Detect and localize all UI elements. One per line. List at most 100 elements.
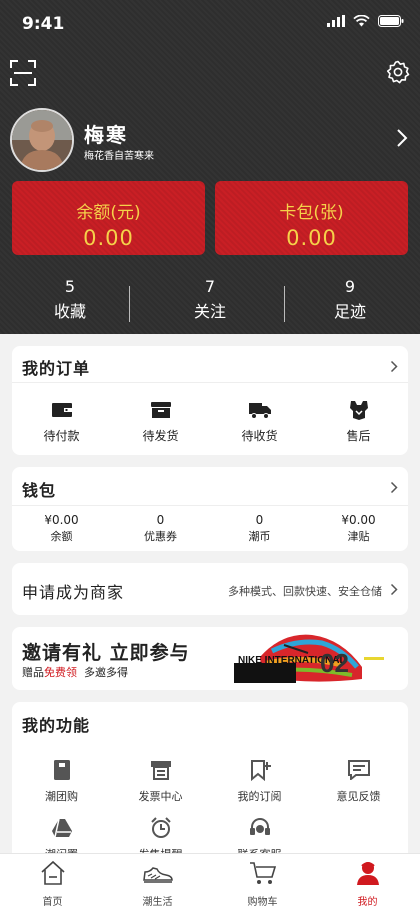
- cart-icon: [249, 862, 276, 884]
- bottom-tab-bar: 首页 潮生活 购物车 我的: [0, 853, 420, 910]
- card-wallet-label: 卡包(张): [279, 203, 344, 223]
- wallet-allowance[interactable]: ¥0.00 津贴: [309, 513, 408, 544]
- divider: [12, 382, 408, 383]
- truck-icon: [248, 403, 271, 419]
- invite-sub-prefix: 赠品: [22, 666, 44, 679]
- stat-footprints[interactable]: 9 足迹: [280, 277, 420, 327]
- user-motto: 梅花香自苦寒来: [84, 151, 154, 162]
- invoice-icon: [150, 761, 171, 780]
- wallet-label: 津贴: [347, 530, 370, 543]
- sneaker-icon: [142, 867, 173, 883]
- tab-label: 潮生活: [142, 897, 173, 908]
- tab-cart[interactable]: 购物车: [210, 854, 315, 910]
- wallet-label: 优惠券: [144, 530, 177, 543]
- tab-trend-life[interactable]: 潮生活: [105, 854, 210, 910]
- balance-card-value: 0.00: [83, 226, 134, 250]
- functions-title: 我的功能: [22, 716, 91, 735]
- chevron-right-icon[interactable]: [390, 360, 398, 373]
- stat-count: 5: [64, 277, 76, 296]
- stat-following[interactable]: 7 关注: [140, 277, 280, 327]
- stats-divider: [284, 286, 285, 322]
- wallet-coupons[interactable]: 0 优惠券: [111, 513, 210, 544]
- invite-banner[interactable]: 邀请有礼 立即参与 赠品免费领 多邀多得 NIKE INTERNATIONAL …: [12, 627, 408, 690]
- alarm-clock-icon: [150, 817, 171, 838]
- functions-panel: 我的功能 潮团购 发票中心 我的订阅 意见反馈 潮闲置 发售提醒 联系: [12, 702, 408, 872]
- invite-sub-suffix: 多邀多得: [77, 666, 128, 679]
- orders-panel: 我的订单 待付款 待发货 待收货 售后: [12, 346, 408, 455]
- card-wallet-value: 0.00: [286, 226, 337, 250]
- headset-icon: [249, 818, 270, 835]
- stat-label: 关注: [193, 302, 226, 321]
- wallet-icon: [51, 403, 73, 417]
- invite-subtitle: 赠品免费领 多邀多得: [22, 664, 128, 680]
- function-invoice-center[interactable]: 发票中心: [111, 758, 210, 804]
- order-pending-shipment[interactable]: 待发货: [111, 398, 210, 444]
- service-icon: [349, 401, 368, 420]
- wallet-balance[interactable]: ¥0.00 余额: [12, 513, 111, 544]
- banner-number: 02: [320, 648, 349, 678]
- card-wallet-card[interactable]: 卡包(张) 0.00: [215, 181, 408, 255]
- profile-chevron-right-icon[interactable]: [396, 128, 408, 148]
- function-label: 潮团购: [45, 790, 78, 803]
- invite-sub-highlight: 免费领: [44, 666, 77, 679]
- function-feedback[interactable]: 意见反馈: [309, 758, 408, 804]
- order-label: 待付款: [43, 429, 80, 443]
- wallet-label: 余额: [50, 530, 73, 543]
- status-bar: 9:41: [0, 0, 420, 44]
- merchant-subtitle: 多种模式、回款快速、安全仓储: [228, 585, 382, 598]
- drive-icon: [51, 818, 72, 838]
- stats-row: 5 收藏 7 关注 9 足迹: [0, 277, 420, 327]
- stat-favorites[interactable]: 5 收藏: [0, 277, 140, 327]
- balance-card[interactable]: 余额(元) 0.00: [12, 181, 205, 255]
- stat-label: 收藏: [53, 302, 86, 321]
- function-label: 意见反馈: [336, 790, 381, 803]
- stat-label: 足迹: [333, 302, 366, 321]
- order-label: 待收货: [241, 429, 278, 443]
- wallet-title[interactable]: 钱包: [22, 477, 56, 501]
- settings-gear-icon[interactable]: [386, 60, 410, 84]
- function-label: 我的订阅: [237, 790, 282, 803]
- wallet-value: 0: [255, 513, 264, 527]
- merchant-apply-row[interactable]: 申请成为商家 多种模式、回款快速、安全仓储: [12, 563, 408, 615]
- balance-card-label: 余额(元): [76, 203, 141, 223]
- feedback-icon: [347, 760, 370, 780]
- wallet-panel: 钱包 ¥0.00 余额 0 优惠券 0 潮币 ¥0.00 津贴: [12, 467, 408, 551]
- phone-icon: [53, 760, 70, 780]
- order-label: 待发货: [142, 429, 179, 443]
- wallet-value: ¥0.00: [44, 513, 79, 527]
- function-group-buy[interactable]: 潮团购: [12, 758, 111, 804]
- order-pending-payment[interactable]: 待付款: [12, 398, 111, 444]
- tab-mine[interactable]: 我的: [315, 854, 420, 910]
- user-name: 梅寒: [84, 123, 128, 147]
- tab-label: 购物车: [247, 897, 278, 908]
- stat-count: 7: [204, 277, 216, 296]
- invite-title: 邀请有礼 立即参与: [22, 642, 190, 664]
- chevron-right-icon[interactable]: [390, 481, 398, 494]
- orders-title[interactable]: 我的订单: [22, 355, 90, 379]
- stats-divider: [129, 286, 130, 322]
- bookmark-plus-icon: [250, 760, 271, 781]
- home-icon: [40, 860, 65, 885]
- wallet-value: ¥0.00: [341, 513, 376, 527]
- person-icon: [356, 862, 379, 885]
- tab-label: 首页: [42, 897, 63, 908]
- wallet-coins[interactable]: 0 潮币: [210, 513, 309, 544]
- wallet-value: 0: [156, 513, 165, 527]
- merchant-title: 申请成为商家: [22, 583, 125, 602]
- wifi-icon: [353, 15, 370, 27]
- status-icons: [327, 15, 404, 27]
- function-subscriptions[interactable]: 我的订阅: [210, 758, 309, 804]
- avatar[interactable]: [10, 108, 74, 172]
- tab-home[interactable]: 首页: [0, 854, 105, 910]
- stat-count: 9: [344, 277, 356, 296]
- box-icon: [150, 402, 171, 418]
- tab-label: 我的: [357, 897, 378, 908]
- battery-icon: [378, 15, 404, 27]
- scan-icon[interactable]: [10, 60, 36, 86]
- sneaker-promo-image: NIKE INTERNATIONAL 02: [212, 627, 408, 690]
- status-time: 9:41: [22, 14, 65, 34]
- order-after-sales[interactable]: 售后: [309, 398, 408, 444]
- wallet-label: 潮币: [248, 530, 271, 543]
- order-pending-receipt[interactable]: 待收货: [210, 398, 309, 444]
- function-label: 发票中心: [138, 790, 183, 803]
